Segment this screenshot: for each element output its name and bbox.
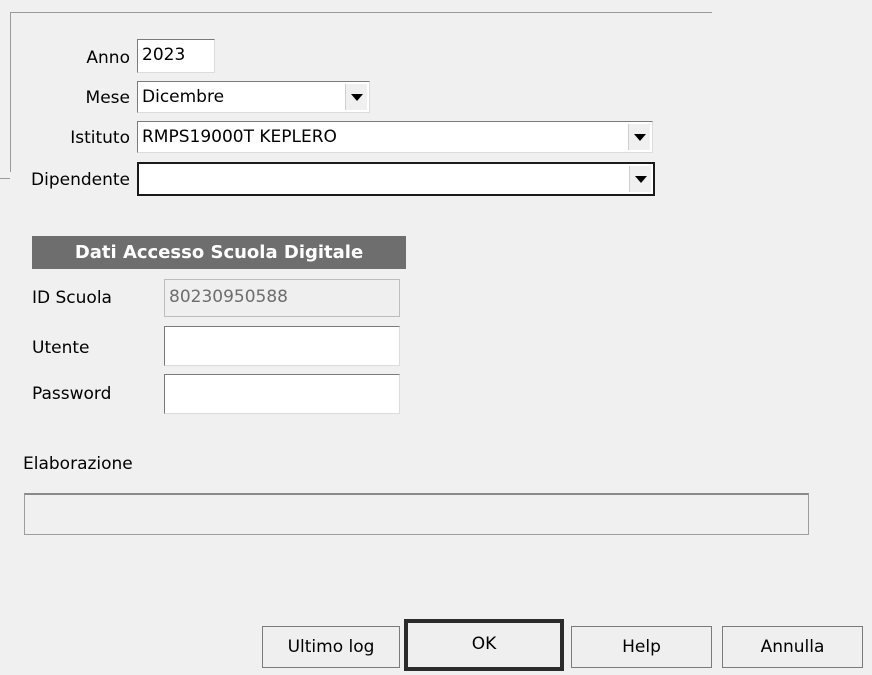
password-input[interactable] <box>164 374 400 414</box>
dipendente-label: Dipendente <box>31 170 130 190</box>
anno-label: Anno <box>86 48 130 68</box>
istituto-dropdown-button[interactable] <box>628 124 650 150</box>
id-scuola-value: 80230950588 <box>169 287 288 307</box>
id-scuola-label: ID Scuola <box>32 288 112 308</box>
dipendente-select[interactable] <box>137 162 655 196</box>
mese-dropdown-button[interactable] <box>345 84 367 110</box>
annulla-button[interactable]: Annulla <box>722 626 863 668</box>
id-scuola-field: 80230950588 <box>164 279 400 317</box>
utente-label: Utente <box>32 338 90 358</box>
mese-select[interactable]: Dicembre <box>137 81 370 113</box>
utente-input[interactable] <box>164 326 400 366</box>
help-button[interactable]: Help <box>571 626 712 668</box>
istituto-value: RMPS19000T KEPLERO <box>142 127 337 147</box>
dipendente-dropdown-button[interactable] <box>629 166 651 192</box>
ultimo-log-button[interactable]: Ultimo log <box>262 626 400 668</box>
chevron-down-icon <box>634 134 646 141</box>
chevron-down-icon <box>635 176 647 183</box>
elaborazione-label: Elaborazione <box>23 454 133 474</box>
password-label: Password <box>32 384 112 404</box>
group-frame-top <box>10 12 712 13</box>
istituto-select[interactable]: RMPS19000T KEPLERO <box>137 121 653 153</box>
elaborazione-progress-bar <box>24 493 809 535</box>
anno-value: 2023 <box>142 45 186 65</box>
istituto-label: Istituto <box>70 128 130 148</box>
group-frame-left <box>10 12 11 172</box>
ok-button[interactable]: OK <box>404 619 564 671</box>
section-header: Dati Accesso Scuola Digitale <box>32 236 406 269</box>
anno-input[interactable]: 2023 <box>137 39 215 73</box>
mese-value: Dicembre <box>142 87 225 107</box>
chevron-down-icon <box>351 94 363 101</box>
mese-label: Mese <box>85 88 130 108</box>
